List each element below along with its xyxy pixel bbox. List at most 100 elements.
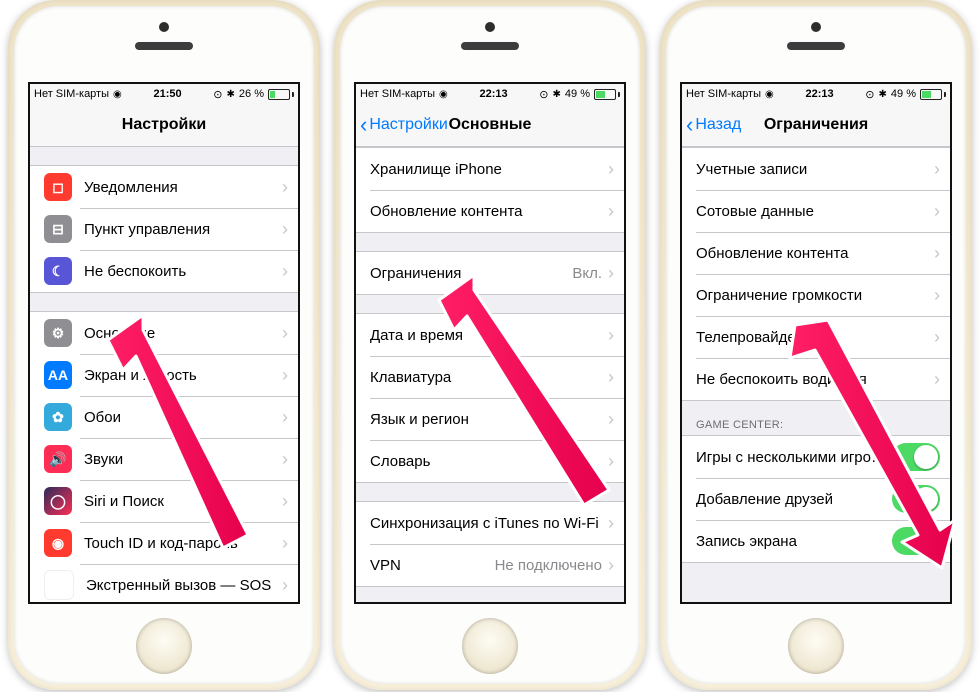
back-button[interactable]: ‹Настройки <box>356 114 448 136</box>
row-wallpaper[interactable]: ✿Обои› <box>30 396 298 438</box>
wifi-icon: ◉ <box>113 89 122 100</box>
row-adding-friends: Добавление друзей <box>682 478 950 520</box>
sos-icon: SOS <box>44 570 74 600</box>
chevron-right-icon: › <box>282 449 288 470</box>
battery-icon <box>594 89 620 100</box>
row-keyboard[interactable]: Клавиатура› <box>356 356 624 398</box>
screen-settings: Нет SIM-карты ◉ 21:50 ⊙ ✱ 26 % Настройки ◻У… <box>28 82 300 604</box>
phone-1: Нет SIM-карты ◉ 21:50 ⊙ ✱ 26 % Настройки ◻У… <box>8 0 320 690</box>
carrier-text: Нет SIM-карты <box>686 88 761 100</box>
row-accounts[interactable]: Учетные записи› <box>682 148 950 190</box>
battery-pct: 49 % <box>565 88 590 100</box>
row-dictionary[interactable]: Словарь› <box>356 440 624 482</box>
chevron-right-icon: › <box>934 327 940 348</box>
row-notifications[interactable]: ◻Уведомления› <box>30 166 298 208</box>
chevron-right-icon: › <box>282 365 288 386</box>
row-language[interactable]: Язык и регион› <box>356 398 624 440</box>
clock: 22:13 <box>479 88 507 100</box>
chevron-right-icon: › <box>934 201 940 222</box>
row-date-time[interactable]: Дата и время› <box>356 314 624 356</box>
row-do-not-disturb[interactable]: ☾Не беспокоить› <box>30 250 298 292</box>
chevron-right-icon: › <box>608 555 614 576</box>
row-siri[interactable]: ◯Siri и Поиск› <box>30 480 298 522</box>
navbar: ‹Назад Ограничения <box>682 104 950 147</box>
wifi-icon: ◉ <box>439 89 448 100</box>
row-bg-refresh[interactable]: Обновление контента› <box>682 232 950 274</box>
chevron-right-icon: › <box>608 325 614 346</box>
phone-2: Нет SIM-карты ◉ 22:13 ⊙ ✱ 49 % ‹Настройки О… <box>334 0 646 690</box>
row-dnd-driving[interactable]: Не беспокоить водителя› <box>682 358 950 400</box>
row-display[interactable]: AAЭкран и яркость› <box>30 354 298 396</box>
home-button[interactable] <box>462 618 518 674</box>
clock: 22:13 <box>805 88 833 100</box>
toggle-screen-recording[interactable] <box>892 527 940 555</box>
bluetooth-icon: ✱ <box>879 89 887 100</box>
battery-pct: 49 % <box>891 88 916 100</box>
row-sounds[interactable]: 🔊Звуки› <box>30 438 298 480</box>
chevron-right-icon: › <box>282 491 288 512</box>
chevron-right-icon: › <box>282 177 288 198</box>
group-header-game-center: GAME CENTER: <box>682 401 950 435</box>
bluetooth-icon: ✱ <box>227 89 235 100</box>
chevron-right-icon: › <box>934 285 940 306</box>
row-cellular[interactable]: Сотовые данные› <box>682 190 950 232</box>
chevron-right-icon: › <box>934 243 940 264</box>
row-volume-limit[interactable]: Ограничение громкости› <box>682 274 950 316</box>
chevron-right-icon: › <box>282 323 288 344</box>
chevron-right-icon: › <box>608 451 614 472</box>
row-tv-provider[interactable]: Телепровайдер› <box>682 316 950 358</box>
chevron-right-icon: › <box>608 409 614 430</box>
chevron-right-icon: › <box>282 533 288 554</box>
wallpaper-icon: ✿ <box>44 403 72 431</box>
toggle-adding-friends[interactable] <box>892 485 940 513</box>
chevron-left-icon: ‹ <box>360 114 367 136</box>
clock: 21:50 <box>153 88 181 100</box>
row-control-center[interactable]: ⊟Пункт управления› <box>30 208 298 250</box>
navbar: ‹Настройки Основные <box>356 104 624 147</box>
row-general[interactable]: ⚙Основные› <box>30 312 298 354</box>
chevron-right-icon: › <box>608 367 614 388</box>
status-bar: Нет SIM-карты ◉ 22:13 ⊙ ✱ 49 % <box>356 84 624 104</box>
back-button[interactable]: ‹Назад <box>682 114 741 136</box>
row-touchid[interactable]: ◉Touch ID и код-пароль› <box>30 522 298 564</box>
chevron-right-icon: › <box>934 159 940 180</box>
bluetooth-icon: ✱ <box>553 89 561 100</box>
battery-icon <box>920 89 946 100</box>
row-storage[interactable]: Хранилище iPhone› <box>356 148 624 190</box>
screen-restrictions: Нет SIM-карты ◉ 22:13 ⊙ ✱ 49 % ‹Назад Огран… <box>680 82 952 604</box>
fingerprint-icon: ◉ <box>44 529 72 557</box>
phone-3: Нет SIM-карты ◉ 22:13 ⊙ ✱ 49 % ‹Назад Огран… <box>660 0 972 690</box>
sounds-icon: 🔊 <box>44 445 72 473</box>
row-itunes-wifi[interactable]: Синхронизация с iTunes по Wi-Fi› <box>356 502 624 544</box>
moon-icon: ☾ <box>44 257 72 285</box>
row-background-refresh[interactable]: Обновление контента› <box>356 190 624 232</box>
gear-icon: ⚙ <box>44 319 72 347</box>
status-bar: Нет SIM-карты ◉ 22:13 ⊙ ✱ 49 % <box>682 84 950 104</box>
row-screen-recording: Запись экрана <box>682 520 950 562</box>
chevron-right-icon: › <box>608 201 614 222</box>
restrictions-value: Вкл. <box>572 265 602 282</box>
display-icon: AA <box>44 361 72 389</box>
alarm-icon: ⊙ <box>539 88 548 101</box>
row-sos[interactable]: SOSЭкстренный вызов — SOS› <box>30 564 298 604</box>
toggle-multiplayer[interactable] <box>892 443 940 471</box>
notifications-icon: ◻ <box>44 173 72 201</box>
home-button[interactable] <box>136 618 192 674</box>
carrier-text: Нет SIM-карты <box>360 88 435 100</box>
row-restrictions[interactable]: ОграниченияВкл.› <box>356 252 624 294</box>
alarm-icon: ⊙ <box>865 88 874 101</box>
carrier-text: Нет SIM-карты <box>34 88 109 100</box>
control-center-icon: ⊟ <box>44 215 72 243</box>
screen-general: Нет SIM-карты ◉ 22:13 ⊙ ✱ 49 % ‹Настройки О… <box>354 82 626 604</box>
alarm-icon: ⊙ <box>213 88 222 101</box>
page-title: Настройки <box>30 116 298 134</box>
home-button[interactable] <box>788 618 844 674</box>
chevron-right-icon: › <box>282 407 288 428</box>
row-multiplayer-games: Игры с несколькими игрока... <box>682 436 950 478</box>
wifi-icon: ◉ <box>765 89 774 100</box>
status-bar: Нет SIM-карты ◉ 21:50 ⊙ ✱ 26 % <box>30 84 298 104</box>
row-vpn[interactable]: VPNНе подключено› <box>356 544 624 586</box>
battery-icon <box>268 89 294 100</box>
chevron-right-icon: › <box>608 513 614 534</box>
battery-pct: 26 % <box>239 88 264 100</box>
